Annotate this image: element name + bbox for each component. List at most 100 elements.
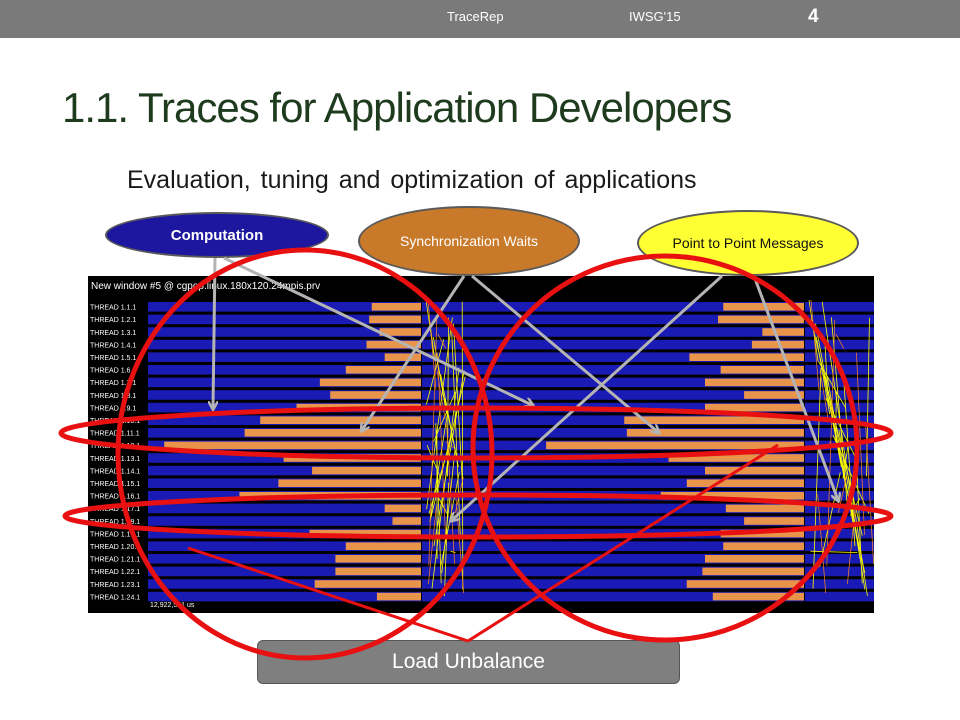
comm-zone — [422, 591, 470, 602]
sync-wait-bar — [164, 441, 421, 450]
sync-wait-bar — [376, 592, 421, 601]
sync-wait-bar — [689, 353, 804, 361]
sync-wait-bar — [705, 466, 804, 475]
message-line — [450, 550, 456, 553]
sync-wait-bar — [712, 592, 804, 601]
slide-subtitle: Evaluation, tuning and optimization of a… — [127, 166, 697, 194]
thread-label: THREAD 1.17.1 — [90, 506, 140, 513]
comm-zone — [805, 327, 874, 337]
thread-label: THREAD 1.12.1 — [90, 443, 140, 450]
thread-label: THREAD 1.19.1 — [90, 531, 140, 538]
sync-wait-bar — [335, 567, 421, 576]
sync-wait-bar — [314, 580, 421, 588]
header-bar: TraceRep IWSG'15 4 — [0, 0, 960, 38]
sync-wait-bar — [720, 366, 804, 374]
sync-wait-bar — [379, 328, 421, 336]
computation-bar — [470, 327, 804, 337]
sync-wait-bar — [369, 315, 421, 324]
comm-zone — [805, 541, 874, 551]
sync-wait-bar — [702, 567, 804, 576]
sync-waits-oval: Synchronization Waits — [358, 206, 580, 276]
sync-wait-bar — [744, 391, 804, 399]
sync-wait-bar — [278, 479, 421, 487]
comm-zone — [422, 339, 470, 350]
thread-label: THREAD 1.16.1 — [90, 494, 140, 501]
thread-label: THREAD 1.13.1 — [90, 456, 140, 463]
trace-titlebar: New window #5 @ cgpop.linux.180x120.24mp… — [88, 276, 874, 300]
sync-wait-bar — [686, 479, 804, 487]
comm-zone — [805, 365, 874, 375]
thread-label: THREAD 1.8.1 — [90, 393, 136, 400]
thread-label: THREAD 1.21.1 — [90, 557, 140, 564]
thread-label: THREAD 1.23.1 — [90, 582, 140, 589]
thread-label: THREAD 1.15.1 — [90, 481, 140, 488]
trace-time-footer: 12,922,581 us — [150, 602, 195, 609]
comm-zone — [805, 314, 874, 325]
trace-window-title: New window #5 @ cgpop.linux.180x120.24mp… — [91, 281, 321, 292]
comm-zone — [805, 554, 874, 564]
sync-wait-bar — [624, 416, 804, 424]
sync-wait-bar — [668, 454, 804, 462]
computation-bar — [148, 352, 421, 362]
sync-wait-bar — [705, 555, 804, 563]
sync-wait-bar — [345, 366, 421, 374]
sync-wait-bar — [366, 340, 421, 349]
trace-window: THREAD 1.1.1 THREAD 1.2.1 THREAD 1.3.1 THRE… — [88, 276, 874, 613]
sync-wait-bar — [392, 517, 421, 525]
thread-label: THREAD 1.14.1 — [90, 468, 140, 475]
sync-wait-bar — [725, 504, 804, 513]
thread-label: THREAD 1.22.1 — [90, 569, 140, 576]
comm-zone — [805, 465, 874, 476]
sync-wait-bar — [686, 580, 804, 588]
computation-bar — [148, 503, 421, 514]
thread-label: THREAD 1.5.1 — [90, 355, 136, 362]
sync-wait-bar — [723, 303, 804, 311]
sync-wait-bar — [705, 378, 804, 387]
comm-zone — [805, 491, 874, 501]
thread-label: THREAD 1.3.1 — [90, 330, 136, 337]
sync-wait-bar — [751, 340, 804, 349]
sync-wait-bar — [720, 529, 804, 538]
comm-zone — [805, 377, 874, 388]
slide-title: 1.1. Traces for Application Developers — [62, 84, 732, 131]
thread-label: THREAD 1.20.1 — [90, 544, 140, 551]
sync-wait-bar — [309, 529, 421, 538]
comm-zone — [422, 352, 470, 362]
sync-wait-bar — [260, 416, 421, 424]
thread-label: THREAD 1.11.1 — [90, 431, 140, 438]
thread-label: THREAD 1.9.1 — [90, 405, 136, 412]
sync-wait-bar — [239, 492, 421, 500]
load-unbalance-label: Load Unbalance — [257, 640, 680, 684]
comm-zone — [805, 478, 874, 488]
sync-wait-bar — [762, 328, 804, 336]
header-left-text: TraceRep — [447, 9, 504, 24]
trace-timeline: THREAD 1.1.1 THREAD 1.2.1 THREAD 1.3.1 THRE… — [90, 299, 874, 602]
computation-oval: Computation — [105, 212, 329, 258]
sync-wait-bar — [384, 504, 421, 513]
comm-zone — [805, 591, 874, 602]
sync-wait-bar — [296, 403, 421, 412]
sync-wait-bar — [626, 429, 804, 437]
computation-bar — [148, 516, 421, 526]
thread-label: THREAD 1.2.1 — [90, 317, 136, 324]
thread-label: THREAD 1.18.1 — [90, 519, 140, 526]
sync-wait-bar — [384, 353, 421, 361]
sync-wait-bar — [319, 378, 421, 387]
comm-zone — [422, 327, 470, 337]
header-right-text: IWSG'15 — [629, 9, 681, 24]
thread-label: THREAD 1.24.1 — [90, 594, 140, 601]
sync-wait-bar — [371, 303, 421, 311]
page-number: 4 — [808, 6, 819, 27]
sync-wait-bar — [244, 429, 421, 437]
sync-wait-bar — [705, 403, 804, 412]
sync-wait-bar — [312, 466, 421, 475]
thread-label: THREAD 1.4.1 — [90, 342, 136, 349]
sync-wait-bar — [723, 542, 804, 550]
sync-wait-bar — [744, 517, 804, 525]
p2p-messages-oval: Point to Point Messages — [637, 210, 859, 276]
thread-label: THREAD 1.10.1 — [90, 418, 140, 425]
sync-wait-bar — [718, 315, 804, 324]
sync-wait-bar — [345, 542, 421, 550]
comm-zone — [805, 352, 874, 362]
sync-wait-bar — [330, 391, 421, 399]
